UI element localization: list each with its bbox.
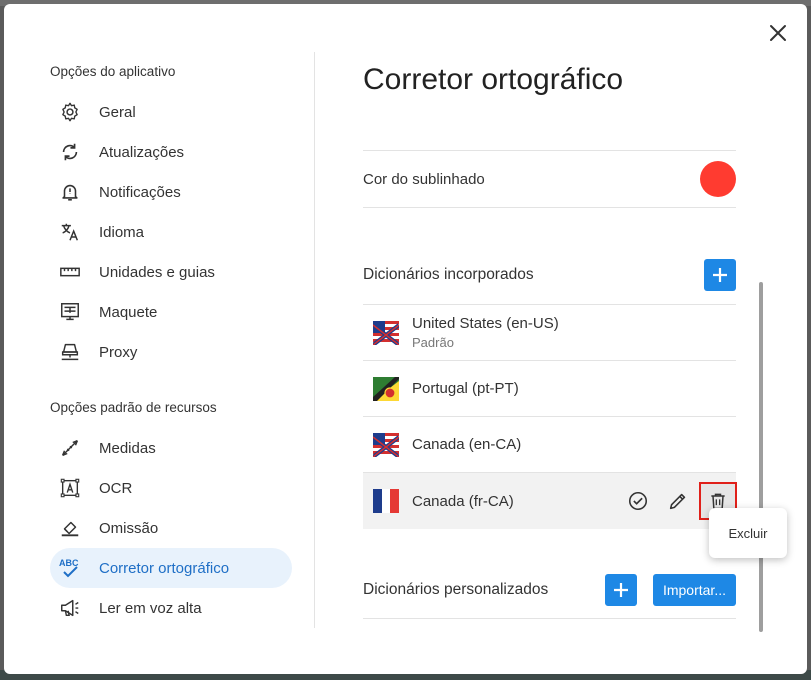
measure-icon (58, 436, 82, 460)
sidebar-item-proxy[interactable]: Proxy (50, 332, 292, 372)
set-default-button[interactable] (620, 483, 656, 519)
import-dictionary-button[interactable]: Importar... (652, 573, 736, 606)
sidebar-item-atualizacoes[interactable]: Atualizações (50, 132, 292, 172)
sidebar-item-label: Ler em voz alta (99, 599, 202, 617)
plus-icon (713, 268, 727, 282)
add-builtin-dictionary-button[interactable] (704, 259, 736, 291)
dictionary-name: Portugal (pt-PT) (412, 380, 519, 397)
sidebar-item-label: Notificações (99, 183, 181, 201)
sidebar-item-idioma[interactable]: Idioma (50, 212, 292, 252)
check-circle-icon (628, 491, 648, 511)
main-panel: Corretor ortográfico Cor do sublinhado D… (363, 52, 737, 619)
translate-icon (58, 220, 82, 244)
sidebar-item-label: Atualizações (99, 143, 185, 161)
settings-dialog: Opções do aplicativo Geral Atualizações … (4, 4, 807, 674)
close-button[interactable] (767, 22, 789, 44)
sidebar-item-label: Geral (99, 103, 136, 121)
underline-color-row: Cor do sublinhado (363, 150, 736, 208)
svg-text:ABC: ABC (59, 558, 79, 568)
sidebar-item-label: Unidades e guias (99, 263, 215, 281)
network-icon (58, 340, 82, 364)
delete-tooltip: Excluir (709, 508, 787, 558)
sidebar-item-unidades[interactable]: Unidades e guias (50, 252, 292, 292)
dictionary-name: Canada (fr-CA) (412, 492, 514, 510)
sidebar-item-omissao[interactable]: Omissão (50, 508, 292, 548)
eraser-icon (58, 516, 82, 540)
us-flag-icon (373, 320, 399, 345)
close-icon (770, 25, 786, 41)
us-flag-icon (373, 432, 399, 457)
sidebar-item-label: Medidas (99, 439, 156, 457)
builtin-dictionaries-header: Dicionários incorporados (363, 246, 736, 304)
sidebar: Opções do aplicativo Geral Atualizações … (50, 52, 292, 628)
custom-dictionaries-title: Dicionários personalizados (363, 580, 549, 598)
dictionary-item-en-us[interactable]: United States (en-US) Padrão (363, 305, 736, 361)
sidebar-item-notificacoes[interactable]: Notificações (50, 172, 292, 212)
dictionary-name: Canada (en-CA) (412, 436, 522, 453)
dictionary-item-pt-pt[interactable]: Portugal (pt-PT) (363, 361, 736, 417)
sidebar-item-ocr[interactable]: OCR (50, 468, 292, 508)
sidebar-item-geral[interactable]: Geral (50, 92, 292, 132)
dictionary-item-fr-ca[interactable]: Canada (fr-CA) (363, 473, 737, 529)
sidebar-item-label: Proxy (99, 343, 138, 361)
page-title: Corretor ortográfico (363, 63, 624, 96)
sidebar-item-label: Idioma (99, 223, 145, 241)
sidebar-item-label: Maquete (99, 303, 158, 321)
dictionary-default-label: Padrão (412, 335, 454, 350)
layout-icon (58, 300, 82, 324)
sidebar-item-ler-voz[interactable]: Ler em voz alta (50, 588, 292, 628)
underline-color-swatch[interactable] (700, 161, 736, 197)
section-title-app: Opções do aplicativo (50, 64, 176, 79)
underline-color-label: Cor do sublinhado (363, 170, 485, 188)
custom-dictionary-buttons: Importar... (604, 573, 736, 606)
builtin-dictionaries-title: Dicionários incorporados (363, 266, 534, 283)
pencil-icon (669, 493, 686, 510)
add-custom-dictionary-button[interactable] (604, 573, 637, 606)
section-title-features: Opções padrão de recursos (50, 400, 217, 415)
dictionary-item-en-ca[interactable]: Canada (en-CA) (363, 417, 736, 473)
sync-icon (58, 140, 82, 164)
custom-dictionaries-header: Dicionários personalizados Importar... (363, 561, 736, 619)
ruler-icon (58, 260, 82, 284)
sidebar-item-label: OCR (99, 479, 133, 497)
scrollbar[interactable] (759, 282, 763, 632)
spellcheck-icon: ABC (58, 556, 82, 580)
gear-icon (58, 100, 82, 124)
bell-icon (58, 180, 82, 204)
ocr-icon (58, 476, 82, 500)
sidebar-item-medidas[interactable]: Medidas (50, 428, 292, 468)
sidebar-item-maquete[interactable]: Maquete (50, 292, 292, 332)
pt-flag-icon (373, 376, 399, 401)
sidebar-item-corretor[interactable]: ABC Corretor ortográfico (50, 548, 292, 588)
edit-dictionary-button[interactable] (660, 483, 696, 519)
sidebar-item-label: Omissão (99, 519, 159, 537)
sidebar-item-label: Corretor ortográfico (99, 559, 230, 577)
builtin-dictionary-list: United States (en-US) Padrão Portugal (p… (363, 304, 737, 529)
dictionary-name: United States (en-US) (412, 315, 559, 332)
megaphone-icon (58, 596, 82, 620)
plus-icon (613, 582, 628, 597)
fr-flag-icon (373, 489, 399, 513)
sidebar-divider (314, 52, 315, 628)
